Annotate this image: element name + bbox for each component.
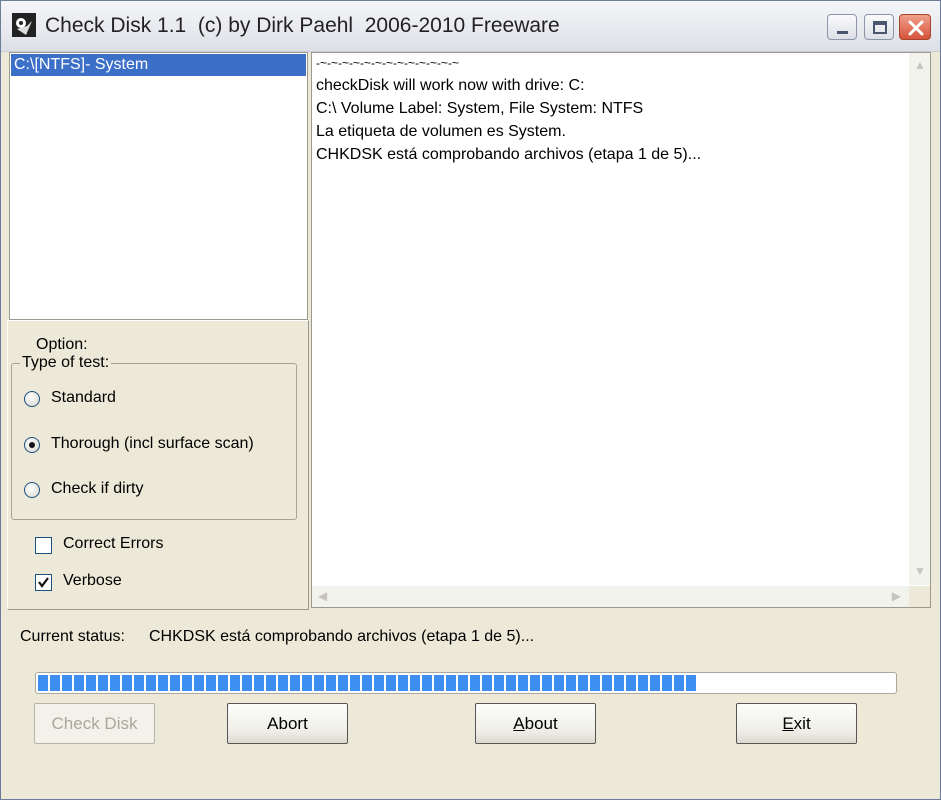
scroll-left-icon[interactable]: ◀ [318, 590, 327, 602]
log-text: -~-~-~-~-~-~-~-~-~-~-~-~-~ checkDisk wil… [316, 55, 906, 166]
drive-list-item[interactable]: C:\[NTFS]- System [11, 54, 306, 76]
radio-selected-dot [29, 442, 35, 448]
test-type-group: Type of test: Standard Thorough (incl su… [11, 354, 297, 520]
exit-button-label: Exit [782, 714, 811, 733]
radio-circle[interactable] [24, 391, 40, 407]
status-label: Current status: [20, 628, 125, 645]
radio-standard-label: Standard [51, 389, 116, 406]
app-icon [12, 13, 36, 37]
minimize-button[interactable] [827, 14, 857, 40]
exit-button[interactable]: Exit [736, 703, 857, 744]
horizontal-scrollbar[interactable]: ◀ ▶ [312, 586, 909, 607]
progress-fill [38, 675, 697, 691]
log-line: CHKDSK está comprobando archivos (etapa … [316, 146, 702, 163]
checkbox-verbose-label: Verbose [63, 572, 122, 589]
scroll-right-icon[interactable]: ▶ [892, 590, 901, 602]
about-button-label: About [513, 714, 558, 733]
check-disk-button[interactable]: Check Disk [34, 703, 155, 744]
scroll-down-icon[interactable]: ▼ [914, 565, 926, 577]
log-line: C:\ Volume Label: System, File System: N… [316, 100, 644, 117]
title-bar[interactable]: Check Disk 1.1 (c) by Dirk Paehl 2006-20… [1, 1, 940, 52]
main-window: Check Disk 1.1 (c) by Dirk Paehl 2006-20… [0, 0, 941, 800]
log-line: -~-~-~-~-~-~-~-~-~-~-~-~-~ [316, 56, 460, 70]
checkbox-box[interactable] [35, 537, 52, 554]
radio-circle[interactable] [24, 482, 40, 498]
radio-check-if-dirty-label: Check if dirty [51, 480, 144, 497]
log-line: La etiqueta de volumen es System. [316, 123, 566, 140]
window-title: Check Disk 1.1 (c) by Dirk Paehl 2006-20… [45, 14, 560, 37]
options-panel: Option: Type of test: Standard Thorough … [7, 320, 309, 610]
radio-circle[interactable] [24, 437, 40, 453]
drive-list[interactable]: C:\[NTFS]- System [9, 52, 308, 320]
progress-bar [35, 672, 897, 694]
maximize-button[interactable] [864, 14, 894, 40]
status-row: Current status: CHKDSK está comprobando a… [20, 628, 534, 646]
log-line: checkDisk will work now with drive: C: [316, 77, 585, 94]
checkmark-icon [38, 577, 49, 588]
abort-button[interactable]: Abort [227, 703, 348, 744]
checkbox-box[interactable] [35, 574, 52, 591]
close-button[interactable] [899, 14, 931, 40]
log-output[interactable]: -~-~-~-~-~-~-~-~-~-~-~-~-~ checkDisk wil… [311, 52, 931, 608]
scroll-up-icon[interactable]: ▲ [914, 59, 926, 71]
status-value: CHKDSK está comprobando archivos (etapa … [149, 628, 535, 645]
minimize-icon [837, 31, 848, 34]
checkbox-correct-errors-label: Correct Errors [63, 535, 164, 552]
test-type-group-label: Type of test: [20, 354, 112, 372]
about-button[interactable]: About [475, 703, 596, 744]
vertical-scrollbar[interactable]: ▲ ▼ [909, 53, 930, 585]
radio-thorough-label: Thorough (incl surface scan) [51, 435, 254, 452]
options-title: Option: [36, 336, 88, 353]
scroll-corner [909, 586, 930, 607]
maximize-icon [873, 21, 887, 34]
close-icon [908, 20, 924, 36]
